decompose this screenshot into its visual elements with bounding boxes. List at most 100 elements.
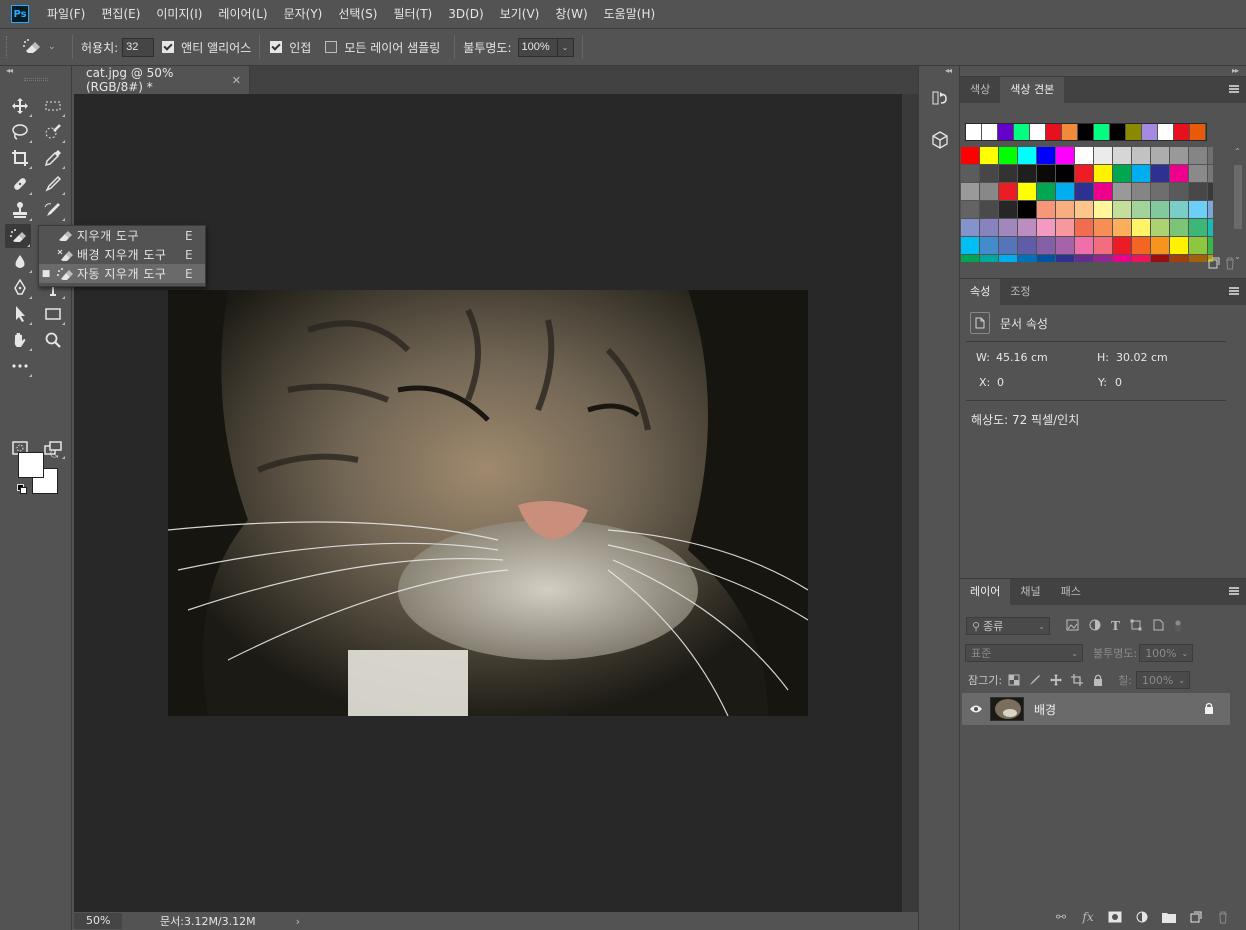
color-swatch[interactable]	[980, 219, 998, 236]
color-swatch[interactable]	[1094, 219, 1112, 236]
color-swatch[interactable]	[1189, 201, 1207, 218]
color-swatch[interactable]	[1151, 237, 1169, 254]
lock-transparent-pixels-icon[interactable]	[1008, 674, 1020, 686]
color-swatch[interactable]	[1056, 165, 1074, 182]
menu-item[interactable]: 레이어(L)	[210, 0, 275, 28]
color-swatch[interactable]	[1094, 183, 1112, 200]
healing-brush-tool[interactable]	[7, 172, 33, 196]
recent-swatch[interactable]	[1190, 124, 1206, 140]
layer-opacity-input[interactable]: 100% ⌄	[1139, 644, 1194, 662]
color-swatch[interactable]	[980, 255, 998, 262]
recent-swatch[interactable]	[1062, 124, 1078, 140]
color-swatch[interactable]	[1170, 165, 1188, 182]
all-layers-checkbox[interactable]	[325, 41, 338, 53]
tab-channels[interactable]: 채널	[1010, 579, 1050, 605]
color-swatch[interactable]	[961, 255, 979, 262]
color-swatch[interactable]	[1018, 165, 1036, 182]
flyout-item-eraser[interactable]: 지우개 도구 E	[39, 226, 205, 245]
color-swatch[interactable]	[1037, 183, 1055, 200]
history-brush-tool[interactable]	[40, 198, 66, 222]
new-swatch-icon[interactable]	[1208, 257, 1220, 272]
color-swatch[interactable]	[1189, 255, 1207, 262]
color-swatch[interactable]	[1094, 165, 1112, 182]
color-swatch[interactable]	[1018, 237, 1036, 254]
color-swatch[interactable]	[999, 147, 1017, 164]
color-swatch[interactable]	[999, 255, 1017, 262]
color-swatch[interactable]	[1056, 237, 1074, 254]
foreground-color-swatch[interactable]	[18, 452, 44, 478]
color-swatch[interactable]	[1037, 219, 1055, 236]
type-filter-icon[interactable]: T	[1111, 619, 1120, 633]
tab-color[interactable]: 색상	[960, 77, 1000, 103]
default-colors-icon[interactable]	[17, 484, 27, 494]
color-swatch[interactable]	[1018, 147, 1036, 164]
color-swatch[interactable]	[1208, 219, 1213, 236]
color-swatch[interactable]	[999, 183, 1017, 200]
lasso-tool[interactable]	[7, 120, 33, 144]
layer-name[interactable]: 배경	[1034, 701, 1056, 718]
smart-object-filter-icon[interactable]	[1152, 619, 1164, 631]
canvas-area[interactable]	[74, 94, 902, 912]
menu-item[interactable]: 문자(Y)	[276, 0, 331, 28]
3d-panel-button[interactable]	[926, 128, 954, 152]
color-swatch[interactable]	[1170, 255, 1188, 262]
color-swatch[interactable]	[1151, 219, 1169, 236]
color-swatch[interactable]	[1170, 237, 1188, 254]
shape-filter-icon[interactable]	[1130, 619, 1142, 631]
antialias-checkbox[interactable]	[162, 41, 175, 53]
menu-item[interactable]: 이미지(I)	[148, 0, 210, 28]
add-mask-icon[interactable]	[1106, 908, 1124, 926]
panel-menu-icon[interactable]	[1229, 587, 1239, 595]
menu-item[interactable]: 선택(S)	[330, 0, 385, 28]
trash-icon[interactable]	[1214, 908, 1232, 926]
recent-swatch[interactable]	[1094, 124, 1110, 140]
fill-input[interactable]: 100% ⌄	[1135, 671, 1190, 689]
color-swatch[interactable]	[1189, 165, 1207, 182]
scrollbar-thumb[interactable]	[1234, 165, 1242, 229]
color-swatch[interactable]	[961, 219, 979, 236]
trash-icon[interactable]	[1224, 257, 1236, 273]
color-swatch[interactable]	[1208, 237, 1213, 254]
recent-swatch[interactable]	[1030, 124, 1046, 140]
opacity-input[interactable]	[517, 37, 558, 57]
color-swatch[interactable]	[1037, 237, 1055, 254]
adjustment-layer-icon[interactable]	[1133, 908, 1151, 926]
recent-swatch[interactable]	[1158, 124, 1174, 140]
flyout-item-background-eraser[interactable]: 배경 지우개 도구 E	[39, 245, 205, 264]
color-swatch[interactable]	[980, 183, 998, 200]
crop-tool[interactable]	[7, 146, 33, 170]
color-swatch[interactable]	[1170, 219, 1188, 236]
color-swatch[interactable]	[1094, 201, 1112, 218]
color-swatch[interactable]	[999, 165, 1017, 182]
color-swatch[interactable]	[1075, 201, 1093, 218]
adjustment-filter-icon[interactable]	[1089, 619, 1101, 631]
history-panel-button[interactable]	[926, 86, 954, 110]
lock-position-icon[interactable]	[1050, 674, 1063, 686]
color-swatch[interactable]	[1132, 147, 1150, 164]
link-layers-icon[interactable]: ⚯	[1052, 908, 1070, 926]
color-swatch[interactable]	[1113, 147, 1131, 164]
color-swatch[interactable]	[1170, 147, 1188, 164]
color-swatch[interactable]	[961, 165, 979, 182]
color-swatch[interactable]	[1132, 183, 1150, 200]
color-swatch[interactable]	[1113, 201, 1131, 218]
fx-icon[interactable]: fx	[1079, 908, 1097, 926]
color-swatch[interactable]	[1151, 183, 1169, 200]
layer-row[interactable]: 배경	[962, 693, 1230, 725]
swatches-scrollbar[interactable]: ⌃ ⌄	[1231, 147, 1245, 261]
move-tool[interactable]	[7, 94, 33, 118]
clone-stamp-tool[interactable]	[7, 198, 33, 222]
color-swatch[interactable]	[1132, 165, 1150, 182]
quick-selection-tool[interactable]	[40, 120, 66, 144]
color-swatch[interactable]	[1113, 183, 1131, 200]
expand-panels-icon[interactable]: ▸▸	[1232, 66, 1239, 76]
color-swatch[interactable]	[1037, 147, 1055, 164]
tab-layers[interactable]: 레이어	[960, 579, 1011, 605]
recent-swatch[interactable]	[1174, 124, 1190, 140]
color-swatch[interactable]	[1208, 201, 1213, 218]
rectangle-tool[interactable]	[40, 302, 66, 326]
color-swatch[interactable]	[1132, 255, 1150, 262]
menu-item[interactable]: 편집(E)	[93, 0, 148, 28]
x-value[interactable]: 0	[997, 376, 1004, 389]
color-swatch[interactable]	[1018, 201, 1036, 218]
